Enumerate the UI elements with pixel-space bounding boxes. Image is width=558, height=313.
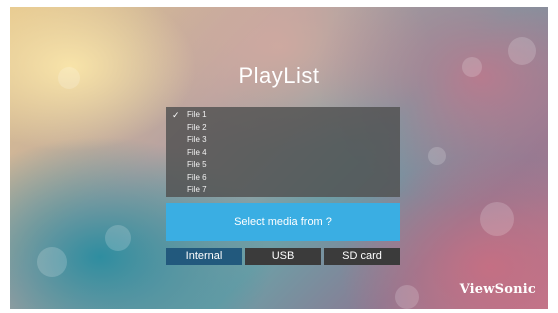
page-title: PlayList [238,63,320,88]
bokeh-decoration [105,225,131,251]
file-list-item[interactable]: File 3 [166,134,400,146]
playlist-screen: PlayList ✓ File 1 File 2 File 3 File 4 F… [10,7,548,309]
viewsonic-logo: ViewSonic [459,282,536,297]
file-label: File 7 [187,185,207,194]
select-media-prompt: Select media from ? [166,203,400,241]
file-list-item[interactable]: ✓ File 1 [166,109,400,121]
file-list-item[interactable]: File 2 [166,122,400,134]
file-list-item[interactable]: File 7 [166,184,400,196]
file-label: File 5 [187,160,207,169]
bokeh-decoration [508,37,536,65]
file-label: File 6 [187,172,207,182]
bokeh-decoration [395,285,419,309]
usb-source-button[interactable]: USB [245,248,321,265]
display-frame: PlayList ✓ File 1 File 2 File 3 File 4 F… [0,0,558,313]
file-label: File 1 [187,110,207,119]
bokeh-decoration [480,202,514,236]
sdcard-source-button[interactable]: SD card [324,248,400,265]
file-list-item[interactable]: File 4 [166,147,400,159]
internal-source-button[interactable]: Internal [166,248,242,265]
file-label: File 3 [187,135,207,144]
file-list: ✓ File 1 File 2 File 3 File 4 File 5 Fil… [166,107,400,197]
file-label: File 4 [187,147,207,157]
checkmark-icon: ✓ [172,110,180,120]
file-list-item[interactable]: File 5 [166,159,400,171]
bokeh-decoration [428,147,446,165]
file-label: File 2 [187,122,207,132]
file-list-item[interactable]: File 6 [166,172,400,184]
bokeh-decoration [37,247,67,277]
